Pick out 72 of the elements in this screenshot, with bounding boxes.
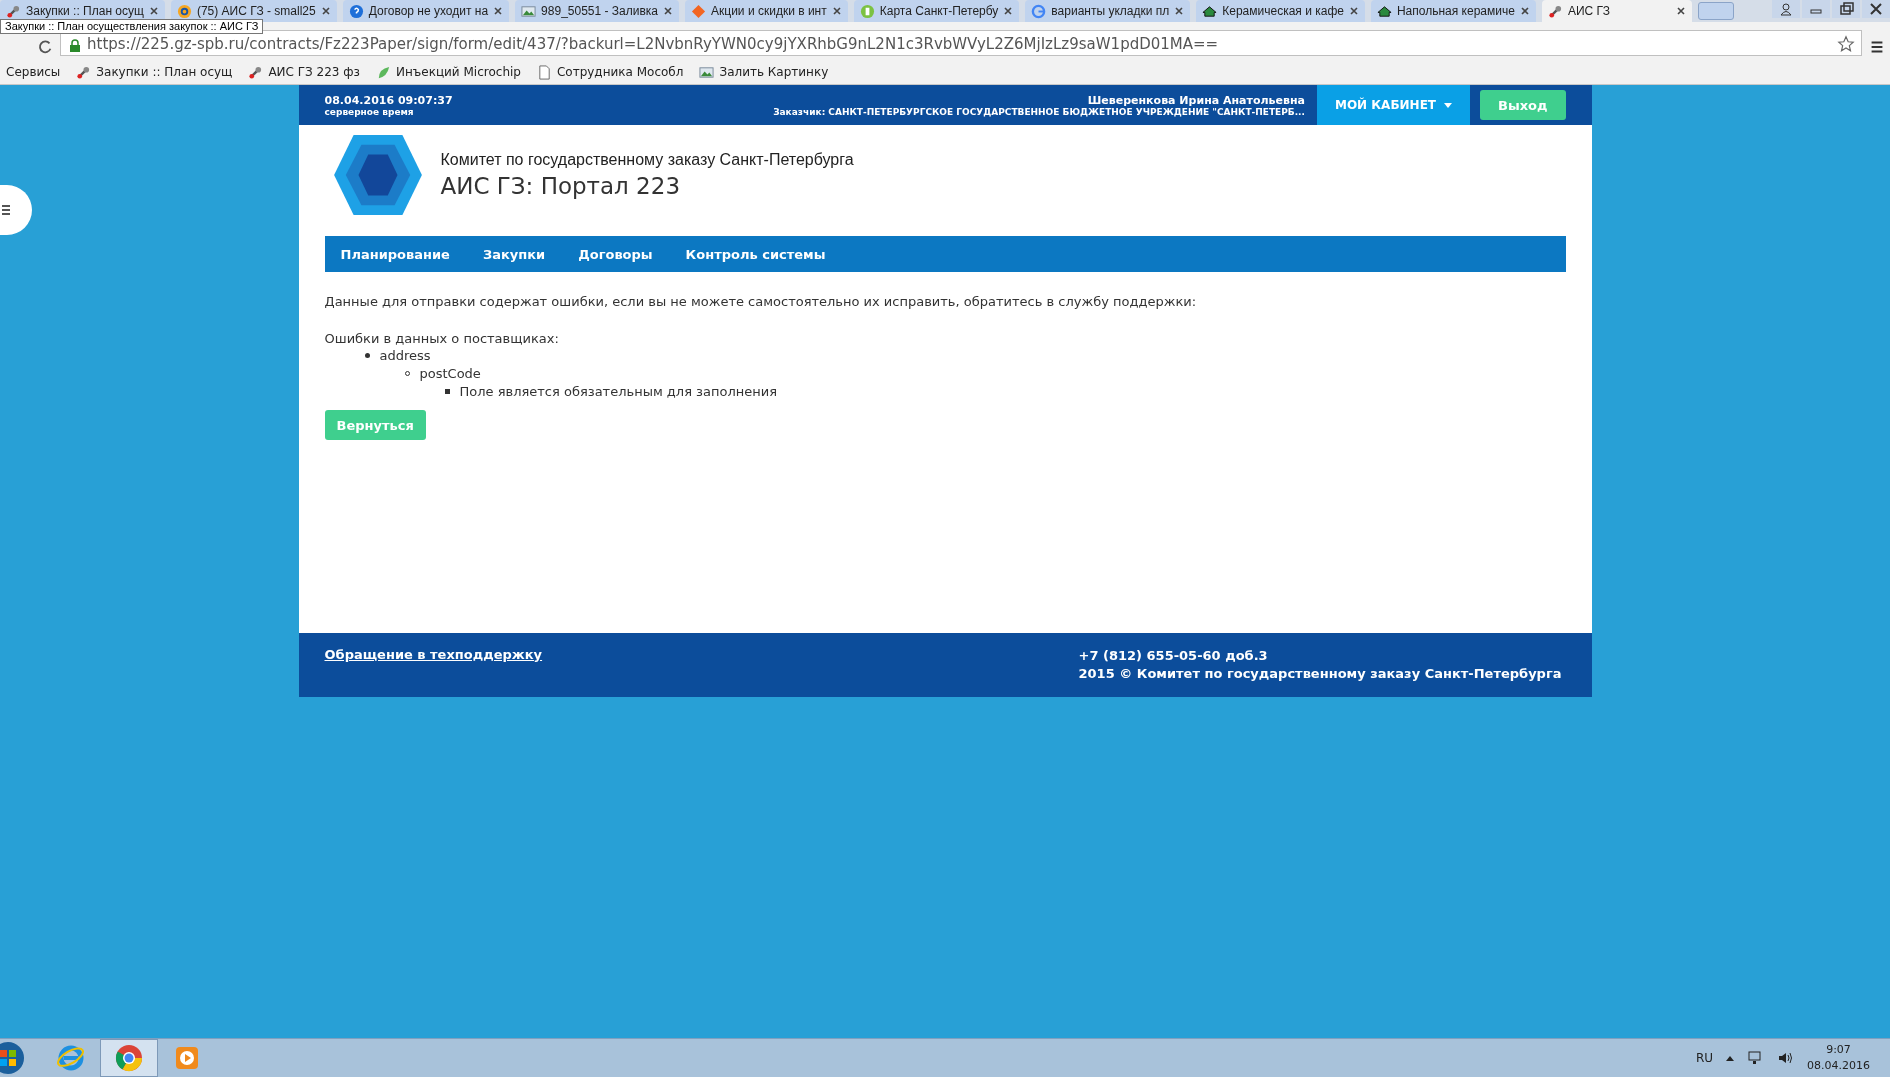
logo-icon: [332, 135, 423, 215]
star-icon[interactable]: [1837, 35, 1855, 53]
browser-tab[interactable]: Договор не уходит на: [342, 0, 510, 22]
close-icon[interactable]: [831, 6, 842, 16]
server-datetime: 08.04.2016 09:07:37: [324, 93, 454, 107]
house-icon: [1202, 3, 1218, 19]
browser-icon: [114, 1043, 144, 1073]
caret-icon: [1444, 102, 1452, 108]
close-icon[interactable]: [320, 6, 331, 16]
error-item: Поле является обязательным для заполнения: [459, 383, 778, 399]
close-icon[interactable]: [1675, 6, 1686, 16]
menu-icon: [2, 204, 12, 216]
clock[interactable]: 9:07 08.04.2016: [1807, 1042, 1870, 1074]
browser-tab[interactable]: АИС ГЗ: [1541, 0, 1692, 22]
browser-tab[interactable]: варианты укладки пл: [1025, 0, 1191, 22]
restore-icon[interactable]: [1832, 0, 1860, 18]
start-button[interactable]: [0, 1040, 26, 1076]
close-icon[interactable]: [1174, 6, 1185, 16]
server-time-note: серверное время: [324, 106, 415, 117]
portal-title: АИС ГЗ: Портал 223: [440, 173, 681, 199]
close-icon[interactable]: [493, 6, 504, 16]
lock-icon: [69, 39, 81, 53]
close-icon[interactable]: [148, 6, 159, 16]
customer-name: Заказчик: САНКТ-ПЕТЕРБУРГСКОЕ ГОСУДАРСТВЕННОЕ БЮДЖЕТНОЕ УЧРЕЖДЕНИЕ "САНКТ-ПЕТЕРБ...: [773, 106, 1305, 117]
bookmark[interactable]: АИС ГЗ 223 фз: [248, 64, 360, 80]
close-icon[interactable]: [1862, 0, 1890, 18]
bookmark[interactable]: Залить Картинку: [699, 64, 829, 80]
url-text: https://225.gz-spb.ru/contracts/Fz223Paper/sign/form/edit/437/?backurl=L2NvbnRyYWN0cy9jYXRhbG9nL2N1c3RvbWVyL2Z6MjIzLz9saW1pdD01MA==: [87, 35, 1220, 53]
close-icon[interactable]: [1003, 6, 1014, 16]
help-icon: [348, 3, 364, 19]
copyright: 2015 © Комитет по государственному заказу Санкт-Петербурга: [1078, 665, 1562, 683]
nav-link[interactable]: Планирование: [340, 246, 450, 262]
house-icon: [1376, 3, 1392, 19]
bullet-icon: [444, 388, 450, 394]
user-name: Шеверенкова Ирина Анатольевна: [1086, 93, 1305, 107]
g-letter-icon: [1031, 3, 1047, 19]
error-item: postCode: [419, 365, 481, 381]
support-link[interactable]: Обращение в техподдержку: [324, 647, 543, 662]
close-icon[interactable]: [663, 6, 674, 16]
bookmark[interactable]: Инъекций Microchip: [375, 64, 521, 80]
browser-tab[interactable]: Закупки :: План осущ: [0, 0, 165, 22]
browser-tab[interactable]: Акции и скидки в инт: [685, 0, 848, 22]
chevron-up-icon[interactable]: [1725, 1054, 1735, 1062]
image-icon: [699, 64, 715, 80]
user-icon[interactable]: [1772, 0, 1800, 18]
taskbar-button[interactable]: [100, 1039, 158, 1077]
e-letter-icon: [56, 1043, 86, 1073]
nav-link[interactable]: Договоры: [578, 246, 653, 262]
phone-number: +7 (812) 655-05-60 доб.3: [1078, 647, 1269, 665]
reload-icon[interactable]: [36, 38, 54, 56]
nav-link[interactable]: Закупки: [482, 246, 546, 262]
browser-tab[interactable]: (75) АИС ГЗ - small25: [170, 0, 337, 22]
browser-tab[interactable]: 989_50551 - Заливка: [515, 0, 680, 22]
tooltip: Закупки :: План осуществления закупок :: АИС ГЗ: [0, 19, 264, 34]
browser-tab[interactable]: Напольная керамиче: [1370, 0, 1536, 22]
page-icon: [536, 64, 552, 80]
image-icon: [521, 3, 537, 19]
organization-name: Комитет по государственному заказу Санкт-Петербурга: [440, 151, 854, 169]
bookmark[interactable]: Сервисы: [6, 65, 61, 79]
errors-heading: Ошибки в данных о поставщиках:: [324, 331, 560, 346]
close-icon[interactable]: [1519, 6, 1530, 16]
speaker-icon[interactable]: [1777, 1050, 1795, 1066]
bookmark[interactable]: Закупки :: План осущ: [76, 64, 233, 80]
browser-tab[interactable]: Керамическая и кафе: [1196, 0, 1365, 22]
bullet-icon: [364, 352, 370, 358]
error-item: address: [379, 347, 431, 363]
nav-link[interactable]: Контроль системы: [685, 246, 826, 262]
close-icon[interactable]: [1348, 6, 1359, 16]
bookmark[interactable]: Сотрудника Мособл: [536, 64, 684, 80]
browser-tab[interactable]: Карта Санкт-Петербу: [853, 0, 1020, 22]
language-indicator[interactable]: RU: [1695, 1051, 1713, 1065]
error-message: Данные для отправки содержат ошибки, если вы не можете самостоятельно их исправить, обратитесь в службу поддержки:: [324, 294, 1198, 309]
